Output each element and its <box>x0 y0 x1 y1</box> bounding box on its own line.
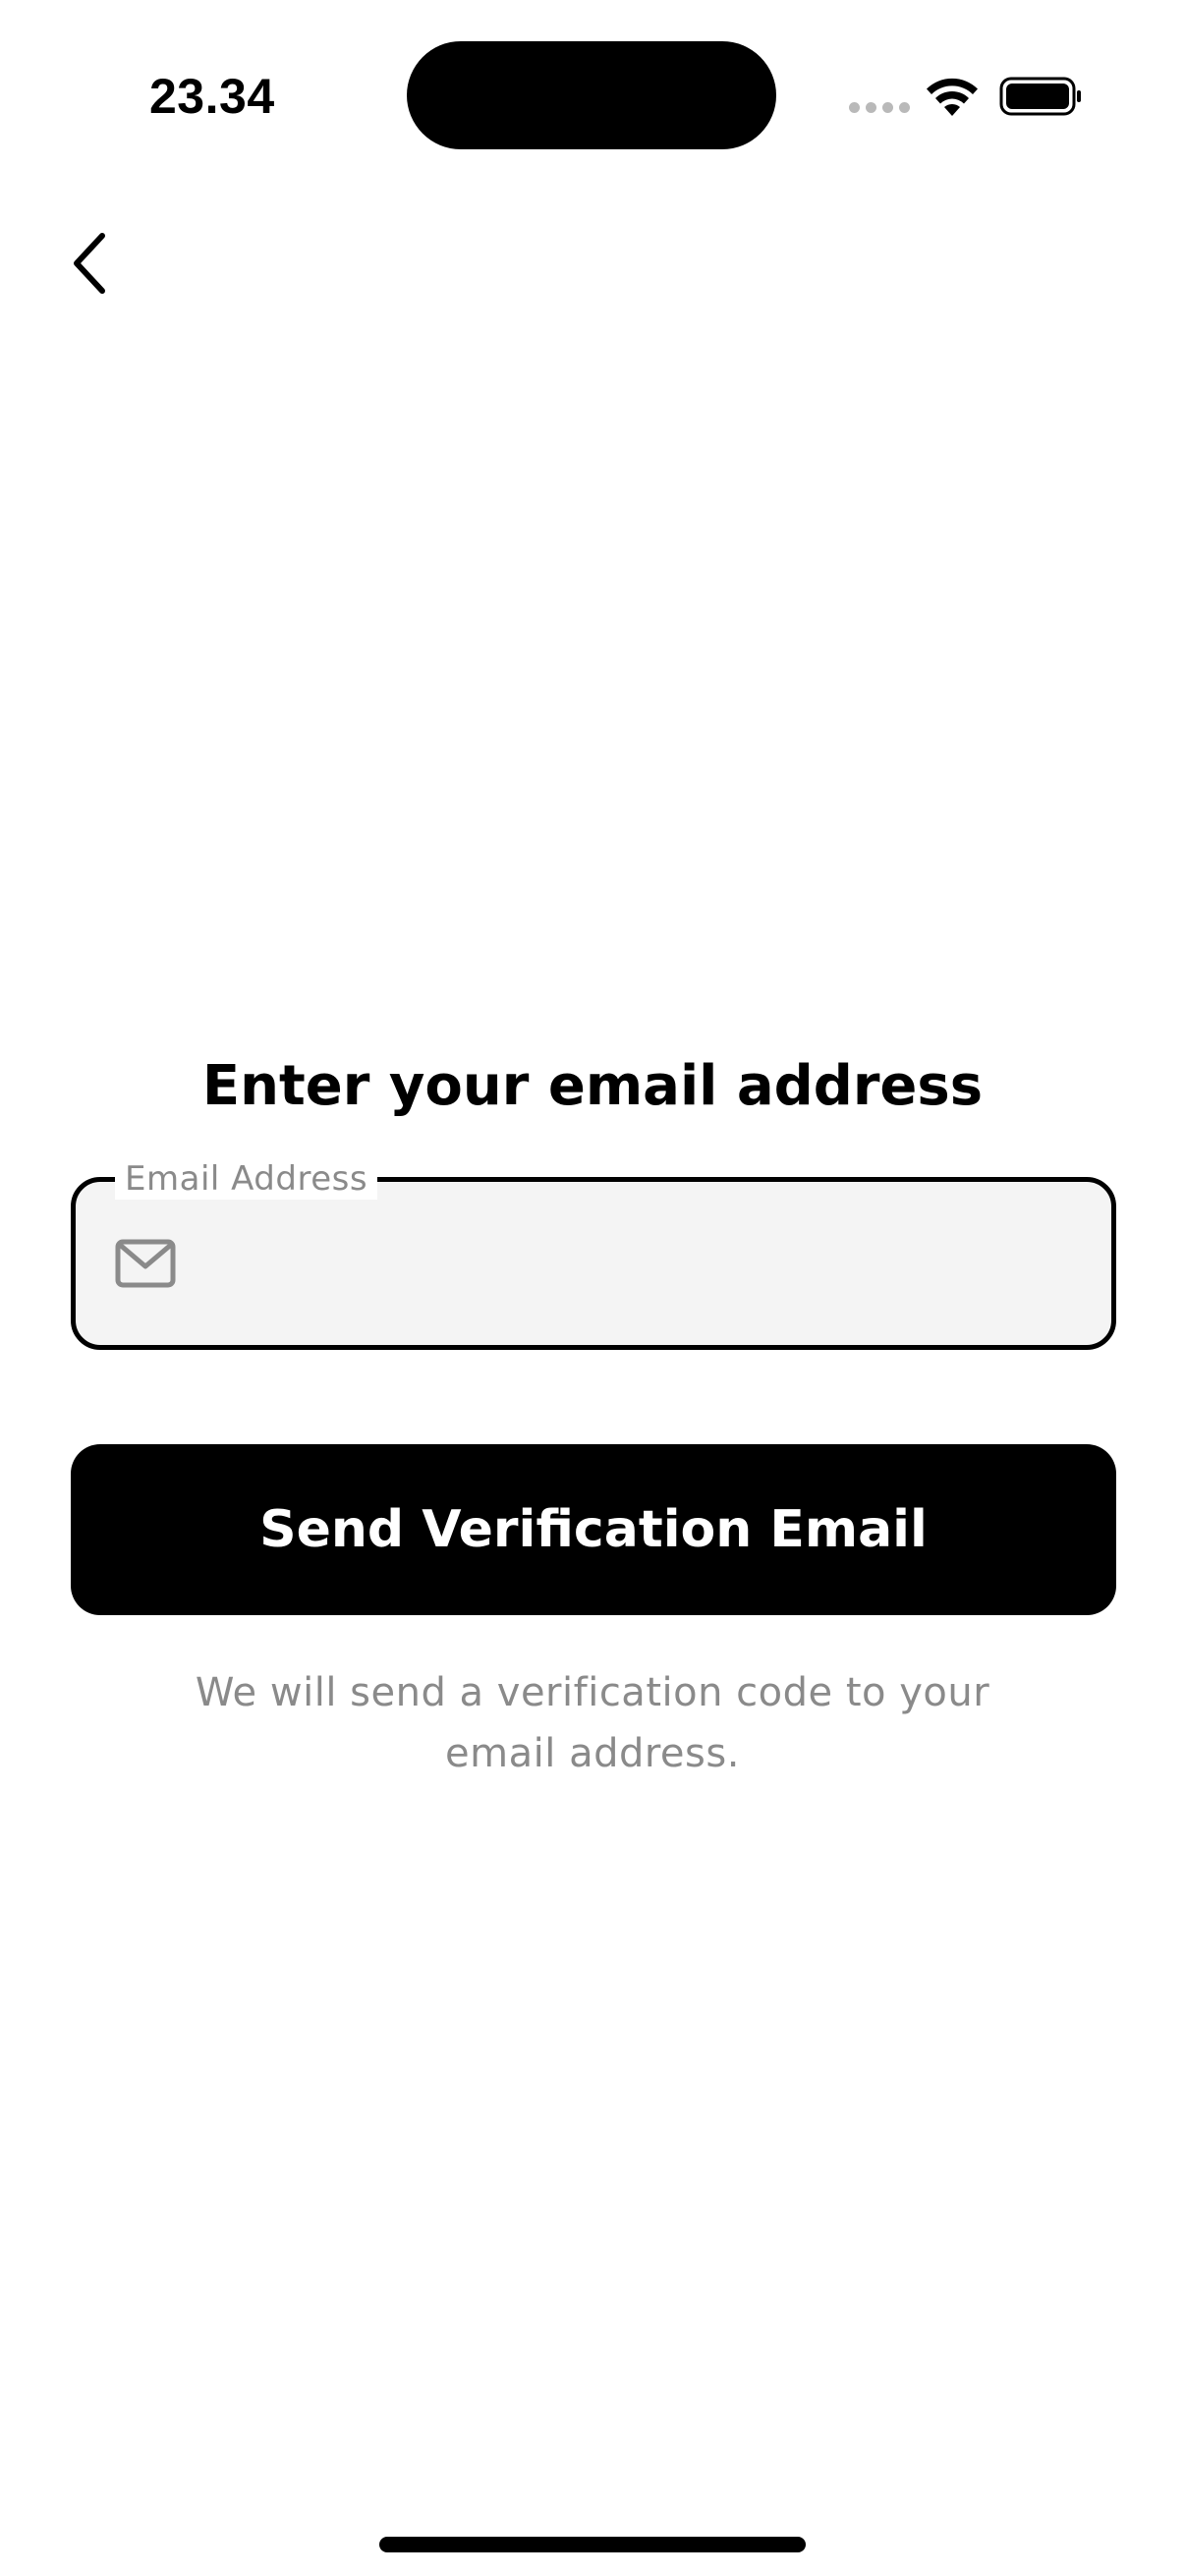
email-entry-screen: 23.34 Enter your email address Email Add… <box>0 0 1185 2576</box>
page-title: Enter your email address <box>201 1054 984 1118</box>
send-verification-email-button[interactable]: Send Verification Email <box>71 1444 1116 1615</box>
mail-icon <box>115 1239 176 1288</box>
battery-icon <box>999 77 1081 116</box>
dynamic-island <box>407 41 776 149</box>
back-button[interactable] <box>51 224 130 303</box>
email-field-label: Email Address <box>115 1158 378 1200</box>
cellular-signal-icon <box>849 102 910 113</box>
status-time: 23.34 <box>149 69 275 124</box>
chevron-left-icon <box>74 233 105 294</box>
wifi-icon <box>927 78 978 116</box>
email-input[interactable] <box>201 1221 1090 1308</box>
email-field[interactable]: Email Address <box>71 1158 1116 1350</box>
helper-text: We will send a verification code to your… <box>195 1670 990 1776</box>
home-indicator[interactable] <box>379 2537 806 2552</box>
